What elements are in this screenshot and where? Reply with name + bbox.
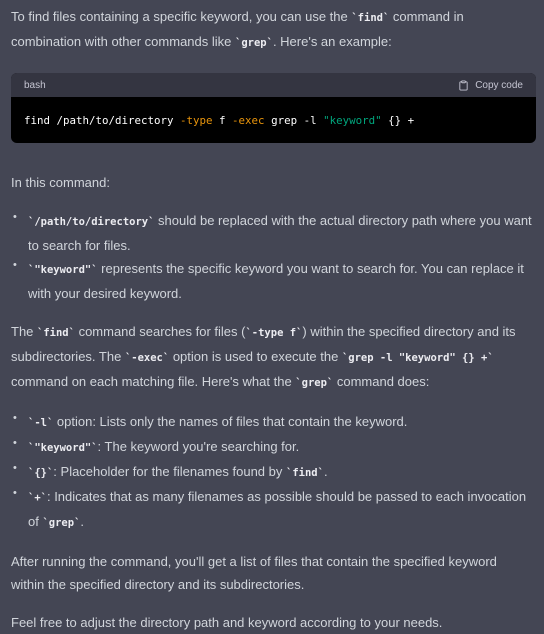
explanation-text: The [11, 324, 38, 339]
explanation-text: option is used to execute the [169, 349, 342, 364]
code-token: {} + [381, 113, 415, 127]
explanation-text: command searches for files ( [74, 324, 246, 339]
code-block-header: bash Copy code [11, 73, 536, 97]
inline-code: `"keyword"` [28, 442, 98, 454]
copy-code-button[interactable]: Copy code [458, 80, 523, 91]
intro-paragraph: To find files containing a specific keyw… [11, 5, 533, 55]
list-item: `{}`: Placeholder for the filenames foun… [11, 457, 533, 485]
code-language-label: bash [24, 79, 46, 91]
list-item: `"keyword"` represents the specific keyw… [11, 254, 533, 305]
clipboard-icon [459, 79, 468, 91]
closing-paragraph: Feel free to adjust the directory path a… [11, 615, 443, 630]
inline-code: `grep` [235, 37, 273, 49]
result-paragraph: After running the command, you'll get a … [11, 554, 497, 592]
copy-code-label: Copy code [475, 79, 523, 91]
list-item-text: : The keyword you're searching for. [97, 439, 300, 454]
list-item: `+`: Indicates that as many filenames as… [11, 482, 533, 535]
explanation-paragraph: The `find` command searches for files (`… [11, 320, 533, 395]
inline-code: `grep -l "keyword" {} +` [341, 352, 494, 364]
assistant-message: To find files containing a specific keyw… [11, 5, 536, 634]
list-item: `/path/to/directory` should be replaced … [11, 206, 533, 257]
intro-text: To find files containing a specific keyw… [11, 9, 352, 24]
code-block: bash Copy code find /path/to/directory -… [11, 73, 536, 143]
inline-code: `grep` [295, 377, 334, 389]
list-item: `"keyword"`: The keyword you're searchin… [11, 432, 533, 460]
code-token-flag: -exec [232, 113, 265, 127]
code-content: find /path/to/directory -type f -exec gr… [11, 97, 536, 143]
list-item-text: . [323, 464, 328, 479]
explanation-text: command does: [333, 374, 430, 389]
inline-code: `-type f` [245, 327, 303, 339]
inline-code: `find` [351, 12, 390, 24]
code-token-flag: -type [180, 113, 213, 127]
code-token: f [212, 113, 233, 127]
code-token-string: "keyword" [323, 113, 382, 127]
bullet-list: `-l` option: Lists only the names of fil… [11, 407, 533, 535]
code-token: find /path/to/directory [24, 113, 181, 127]
intro-text: . Here's an example: [272, 34, 392, 49]
bullet-list: `/path/to/directory` should be replaced … [11, 206, 533, 305]
inline-code: `-l` [28, 417, 54, 429]
inline-code: `{}` [28, 467, 54, 479]
list-item: `-l` option: Lists only the names of fil… [11, 407, 533, 435]
inline-code: `-exec` [124, 352, 170, 364]
explanation-text: command on each matching file. Here's wh… [11, 374, 296, 389]
inline-code: `+` [28, 492, 47, 504]
list-item-text: : Placeholder for the filenames found by [53, 464, 286, 479]
list-item-text: . [80, 514, 85, 529]
inline-code: `"keyword"` [28, 264, 98, 276]
inline-code: `find` [286, 467, 324, 479]
inline-code: `grep` [42, 517, 81, 529]
list-item-text: option: Lists only the names of files th… [53, 414, 408, 429]
in-this-command-text: In this command: [11, 175, 110, 190]
list-item-text: represents the specific keyword you want… [28, 261, 524, 301]
code-token: grep -l [264, 113, 324, 127]
inline-code: `/path/to/directory` [28, 216, 155, 228]
list-item-text: : Indicates that as many filenames as po… [28, 489, 527, 529]
inline-code: `find` [37, 327, 75, 339]
